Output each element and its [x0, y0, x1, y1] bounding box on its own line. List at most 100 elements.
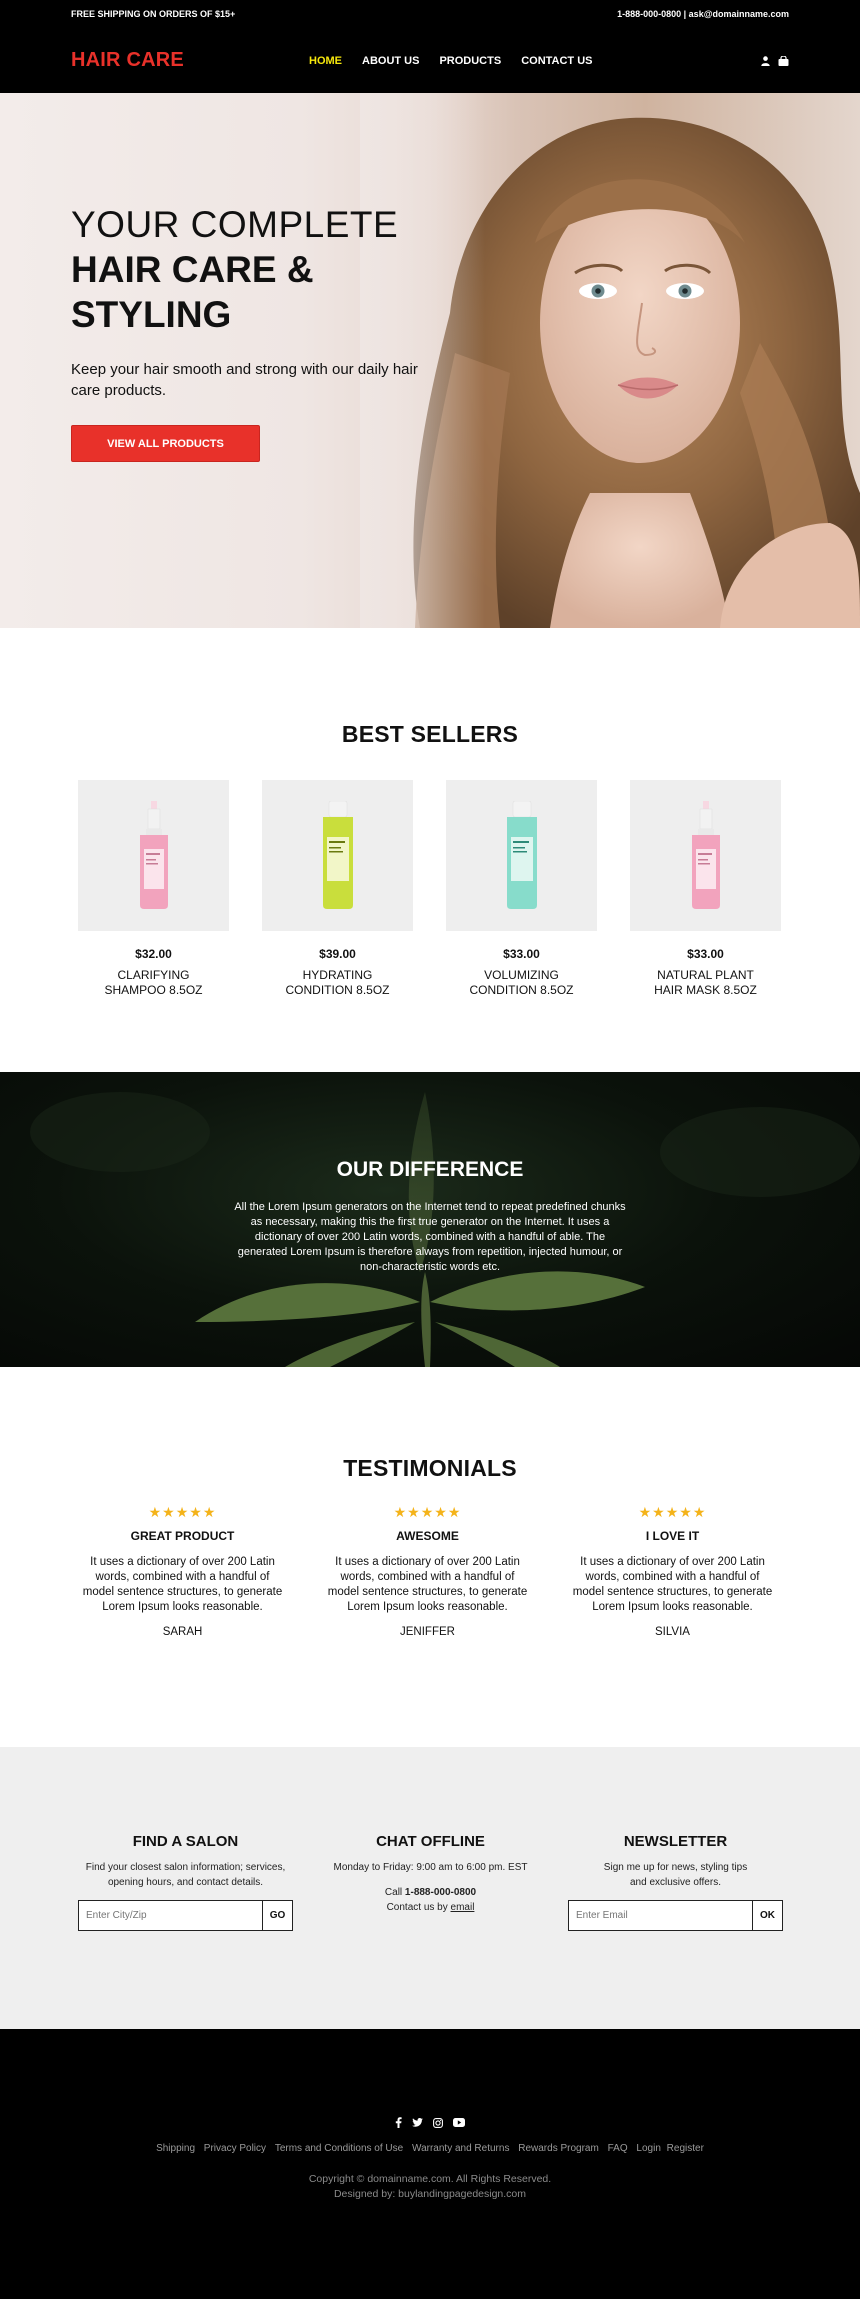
nav-contact-us[interactable]: CONTACT US [521, 55, 592, 67]
chat-offline-block: CHAT OFFLINE Monday to Friday: 9:00 am t… [323, 1833, 538, 2029]
nav-home[interactable]: HOME [309, 55, 342, 67]
chat-offline-title: CHAT OFFLINE [376, 1833, 485, 1850]
footer-link-shipping[interactable]: Shipping [156, 2143, 195, 2154]
find-salon-block: FIND A SALON Find your closest salon inf… [78, 1833, 293, 2029]
testimonial-author: SILVIA [655, 1626, 690, 1638]
youtube-icon[interactable] [453, 2118, 465, 2127]
product-price: $39.00 [319, 947, 356, 961]
star-rating-icon: ★★★★★ [148, 1504, 217, 1520]
testimonial-author: JENIFFER [400, 1626, 455, 1638]
footer-link-rewards[interactable]: Rewards Program [518, 2143, 599, 2154]
find-salon-text: Find your closest salon information; ser… [85, 1862, 286, 1888]
product-name-line2: CONDITION 8.5OZ [285, 983, 390, 997]
go-button[interactable]: GO [262, 1901, 292, 1930]
star-rating-icon: ★★★★★ [638, 1504, 707, 1520]
testimonial-text: It uses a dictionary of over 200 Latin w… [82, 1556, 283, 1613]
instagram-icon[interactable] [433, 2117, 443, 2128]
product-card[interactable]: $33.00 NATURAL PLANT HAIR MASK 8.5OZ [630, 780, 781, 998]
info-section: FIND A SALON Find your closest salon inf… [0, 1747, 860, 2029]
hero-description: Keep your hair smooth and strong with ou… [71, 361, 418, 399]
product-image[interactable] [630, 780, 781, 931]
our-difference-section: OUR DIFFERENCE All the Lorem Ipsum gener… [0, 1072, 860, 1367]
testimonials-list: ★★★★★ GREAT PRODUCT It uses a dictionary… [0, 1504, 860, 1638]
copyright: Copyright © domainname.com. All Rights R… [0, 2172, 860, 2202]
dropper-bottle-icon [139, 800, 168, 909]
footer-link-privacy-policy[interactable]: Privacy Policy [204, 2143, 266, 2154]
footer: Shipping Privacy Policy Terms and Condit… [0, 2029, 860, 2299]
header: HAIR CARE HOME ABOUT US PRODUCTS CONTACT… [0, 28, 860, 93]
social-links [0, 2117, 860, 2128]
testimonials-title: TESTIMONIALS [343, 1455, 517, 1481]
product-price: $32.00 [135, 947, 172, 961]
product-card[interactable]: $33.00 VOLUMIZING CONDITION 8.5OZ [446, 780, 597, 998]
user-icon[interactable] [761, 55, 770, 66]
product-name-line1: HYDRATING [302, 968, 373, 982]
product-grid: $32.00 CLARIFYING SHAMPOO 8.5OZ $39.00 H [0, 780, 860, 998]
footer-link-warranty[interactable]: Warranty and Returns [412, 2143, 509, 2154]
nav-products[interactable]: PRODUCTS [439, 55, 501, 67]
header-icons [761, 55, 789, 66]
product-price: $33.00 [503, 947, 540, 961]
call-phone[interactable]: 1-888-000-0800 [405, 1887, 476, 1898]
testimonial-text: It uses a dictionary of over 200 Latin w… [327, 1556, 528, 1613]
difference-text: All the Lorem Ipsum generators on the In… [234, 1201, 626, 1273]
footer-links: Shipping Privacy Policy Terms and Condit… [0, 2143, 860, 2154]
product-image[interactable] [446, 780, 597, 931]
testimonial-text: It uses a dictionary of over 200 Latin w… [572, 1556, 773, 1613]
logo[interactable]: HAIR CARE [71, 49, 184, 72]
call-prefix: Call [384, 1887, 403, 1898]
shipping-promo: FREE SHIPPING ON ORDERS OF $15+ [71, 9, 236, 19]
product-name[interactable]: VOLUMIZING CONDITION 8.5OZ [446, 968, 597, 998]
footer-link-login[interactable]: Login [636, 2143, 660, 2154]
product-name[interactable]: CLARIFYING SHAMPOO 8.5OZ [78, 968, 229, 998]
product-image[interactable] [78, 780, 229, 931]
product-name-line2: SHAMPOO 8.5OZ [104, 983, 203, 997]
chat-contact: Call 1-888-000-0800 Contact us by email [323, 1885, 538, 1915]
footer-link-terms[interactable]: Terms and Conditions of Use [275, 2143, 403, 2154]
view-all-products-button[interactable]: VIEW ALL PRODUCTS [71, 425, 260, 462]
product-name-line1: VOLUMIZING [484, 968, 559, 982]
product-card[interactable]: $39.00 HYDRATING CONDITION 8.5OZ [262, 780, 413, 998]
newsletter-block: NEWSLETTER Sign me up for news, styling … [568, 1833, 783, 2029]
newsletter-form: OK [568, 1900, 783, 1931]
nav-about-us[interactable]: ABOUT US [362, 55, 419, 67]
contact-prefix: Contact us by [386, 1902, 448, 1913]
star-rating-icon: ★★★★★ [393, 1504, 462, 1520]
footer-link-faq[interactable]: FAQ [608, 2143, 628, 2154]
salon-search-form: GO [78, 1900, 293, 1931]
product-image[interactable] [262, 780, 413, 931]
testimonial-card: ★★★★★ GREAT PRODUCT It uses a dictionary… [80, 1504, 285, 1638]
hero-content: YOUR COMPLETE HAIR CARE & STYLING Keep y… [71, 203, 431, 462]
testimonial-heading: I LOVE IT [645, 1529, 700, 1543]
email-link[interactable]: email [451, 1902, 475, 1913]
model-photo [360, 93, 860, 628]
hero-title-line3: STYLING [71, 294, 232, 335]
testimonial-author: SARAH [162, 1626, 203, 1638]
product-name-line2: HAIR MASK 8.5OZ [654, 983, 757, 997]
facebook-icon[interactable] [395, 2117, 402, 2128]
twitter-icon[interactable] [412, 2118, 423, 2127]
main-nav: HOME ABOUT US PRODUCTS CONTACT US [309, 28, 592, 93]
call-line: Call 1-888-000-0800 [323, 1885, 538, 1900]
newsletter-text: Sign me up for news, styling tips and ex… [603, 1862, 748, 1888]
cart-icon[interactable] [778, 55, 789, 66]
product-name-line1: NATURAL PLANT [657, 968, 754, 982]
product-price: $33.00 [687, 947, 724, 961]
contact-line: Contact us by email [323, 1900, 538, 1915]
bottle-icon [322, 800, 353, 909]
testimonial-heading: AWESOME [396, 1529, 459, 1543]
product-name[interactable]: HYDRATING CONDITION 8.5OZ [262, 968, 413, 998]
footer-link-register[interactable]: Register [667, 2143, 704, 2154]
city-zip-input[interactable] [79, 1901, 262, 1930]
product-name[interactable]: NATURAL PLANT HAIR MASK 8.5OZ [630, 968, 781, 998]
hero-title-line2: HAIR CARE & [71, 249, 314, 290]
bottle-icon [506, 800, 537, 909]
dropper-bottle-icon [691, 800, 720, 909]
product-card[interactable]: $32.00 CLARIFYING SHAMPOO 8.5OZ [78, 780, 229, 998]
best-sellers-title: BEST SELLERS [341, 721, 519, 747]
designed-by-text[interactable]: Designed by: buylandingpagedesign.com [0, 2187, 860, 2202]
contact-info[interactable]: 1-888-000-0800 | ask@domainname.com [617, 9, 789, 19]
difference-title: OUR DIFFERENCE [336, 1158, 524, 1181]
email-input[interactable] [569, 1901, 752, 1930]
ok-button[interactable]: OK [752, 1901, 782, 1930]
